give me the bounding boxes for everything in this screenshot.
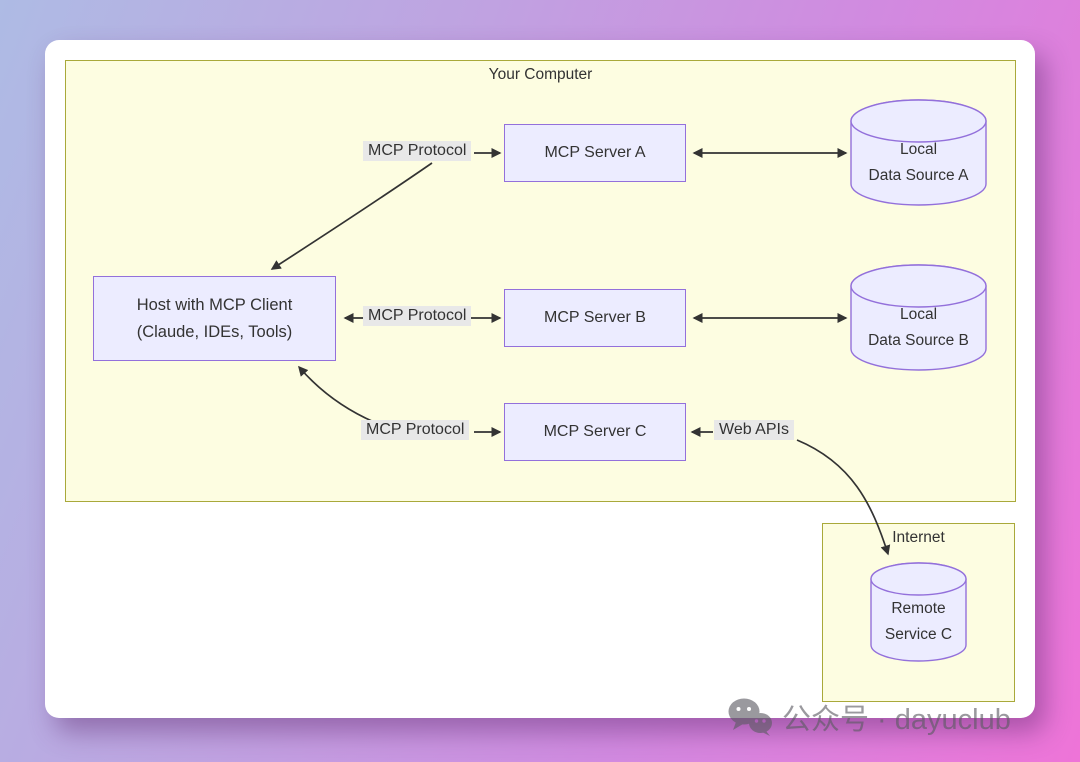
datasource-b-line2: Data Source B <box>850 328 987 354</box>
node-host-line1: Host with MCP Client <box>137 292 293 319</box>
datasource-a-line1: Local <box>850 137 987 163</box>
edge-label-mcp-protocol-b: MCP Protocol <box>363 306 471 326</box>
container-internet-label: Internet <box>823 529 1014 547</box>
remote-service-line2: Service C <box>870 622 967 648</box>
node-remote-service-c: Remote Service C <box>870 562 967 663</box>
container-your-computer-label: Your Computer <box>66 66 1015 84</box>
datasource-a-line2: Data Source A <box>850 163 987 189</box>
watermark: 公众号 · dayuclub <box>727 697 1011 737</box>
datasource-b-line1: Local <box>850 302 987 328</box>
node-mcp-server-c: MCP Server C <box>504 403 686 461</box>
edge-label-mcp-protocol-c: MCP Protocol <box>361 420 469 440</box>
node-mcp-server-a: MCP Server A <box>504 124 686 182</box>
node-local-data-source-a: Local Data Source A <box>850 97 987 207</box>
node-host-line2: (Claude, IDEs, Tools) <box>137 319 293 346</box>
edge-label-mcp-protocol-a: MCP Protocol <box>363 141 471 161</box>
wechat-icon <box>727 698 773 736</box>
node-mcp-server-b-label: MCP Server B <box>544 305 646 331</box>
node-mcp-server-a-label: MCP Server A <box>544 140 645 166</box>
node-host-with-mcp-client: Host with MCP Client (Claude, IDEs, Tool… <box>93 276 336 361</box>
remote-service-line1: Remote <box>870 596 967 622</box>
node-mcp-server-b: MCP Server B <box>504 289 686 347</box>
watermark-text: 公众号 · dayuclub <box>782 696 1011 738</box>
edge-label-web-apis: Web APIs <box>714 420 794 440</box>
node-mcp-server-c-label: MCP Server C <box>544 419 647 445</box>
node-local-data-source-b: Local Data Source B <box>850 262 987 372</box>
